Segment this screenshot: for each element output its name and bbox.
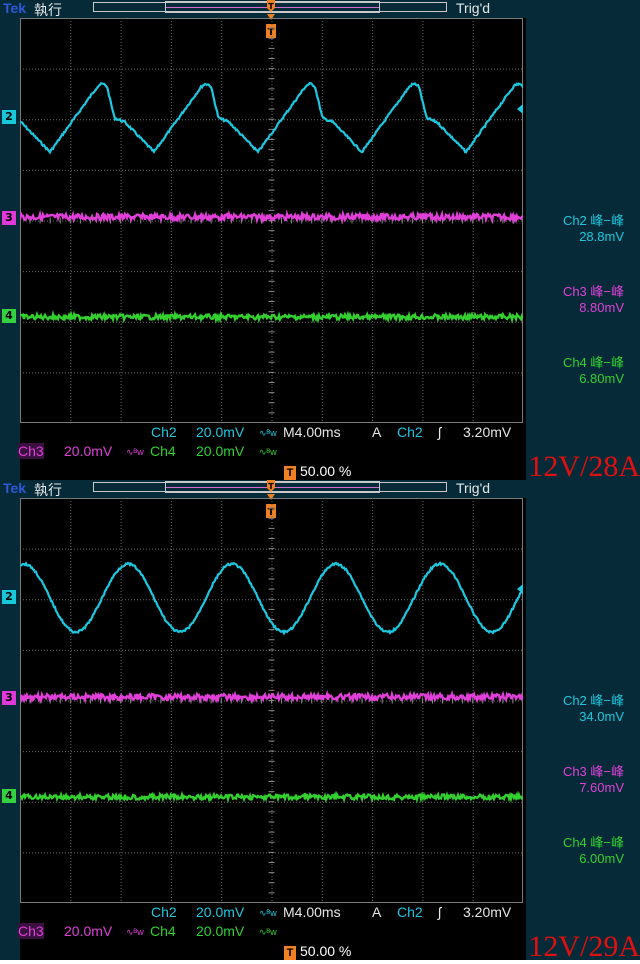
ch3-scale[interactable]: 20.0mV bbox=[64, 923, 112, 939]
ch2-label[interactable]: Ch2 bbox=[151, 904, 177, 920]
ch2-label[interactable]: Ch2 bbox=[151, 424, 177, 440]
measurement-ch4-value: 6.00mV bbox=[579, 851, 624, 866]
brand-logo: Tek bbox=[3, 480, 27, 496]
measurement-ch3-label: Ch3 峰−峰 bbox=[562, 284, 624, 299]
measurement-ch4: Ch4 峰−峰 6.00mV bbox=[530, 835, 624, 867]
ch4-bw-icon: ∿ᴮw bbox=[259, 927, 277, 937]
left-margin bbox=[0, 0, 20, 480]
trigger-source-a: A bbox=[372, 904, 382, 920]
ch2-scale[interactable]: 20.0mV bbox=[196, 424, 244, 440]
ch3-trace bbox=[20, 689, 523, 705]
ch3-label[interactable]: Ch3 bbox=[18, 923, 44, 939]
status-row-1: Ch2 20.0mV ∿ᴮw M4.00ms A Ch2 ʃ 3.20mV bbox=[20, 424, 526, 442]
measurement-ch2: Ch2 峰−峰 28.8mV bbox=[530, 213, 624, 245]
ch4-bw-icon: ∿ᴮw bbox=[259, 447, 277, 457]
ch3-ground-marker[interactable]: 3 bbox=[2, 211, 16, 225]
ch2-ground-marker[interactable]: 2 bbox=[2, 110, 16, 124]
ch3-label[interactable]: Ch3 bbox=[18, 443, 44, 459]
measurement-ch2-value: 34.0mV bbox=[579, 709, 624, 724]
ch4-label[interactable]: Ch4 bbox=[150, 923, 176, 939]
measurement-ch4-label: Ch4 峰−峰 bbox=[562, 355, 624, 370]
trigger-position[interactable]: T 50.00 % bbox=[284, 943, 351, 960]
ch4-ground-marker[interactable]: 4 bbox=[2, 309, 16, 323]
measurement-ch3-label: Ch3 峰−峰 bbox=[562, 764, 624, 779]
trigger-position-value: 50.00 % bbox=[300, 463, 352, 479]
measurement-ch2: Ch2 峰−峰 34.0mV bbox=[530, 693, 624, 725]
ch4-scale[interactable]: 20.0mV bbox=[196, 443, 244, 459]
graticule bbox=[20, 18, 523, 423]
ch2-ground-marker[interactable]: 2 bbox=[2, 590, 16, 604]
ch2-scale[interactable]: 20.0mV bbox=[196, 904, 244, 920]
status-row-1: Ch2 20.0mV ∿ᴮw M4.00ms A Ch2 ʃ 3.20mV bbox=[20, 904, 526, 922]
trigger-level[interactable]: 3.20mV bbox=[463, 904, 511, 920]
measurement-ch2-label: Ch2 峰−峰 bbox=[562, 213, 624, 228]
graticule bbox=[20, 498, 523, 903]
rising-edge-icon: ʃ bbox=[438, 424, 442, 440]
measurement-ch4-value: 6.80mV bbox=[579, 371, 624, 386]
scope-panel-1: Tek 執行 Trig'd T T 2 3 4 Ch2 峰−峰 28.8mV C… bbox=[0, 0, 640, 480]
trigger-position-marker-icon: T bbox=[284, 466, 296, 480]
measurement-ch4: Ch4 峰−峰 6.80mV bbox=[530, 355, 624, 387]
ch3-ground-marker[interactable]: 3 bbox=[2, 691, 16, 705]
run-state: 執行 bbox=[34, 3, 62, 19]
trigger-status: Trig'd bbox=[456, 0, 491, 16]
condition-label-2: 12V/29A bbox=[528, 930, 640, 963]
condition-label-1: 12V/28A bbox=[528, 450, 640, 483]
svg-text:T: T bbox=[268, 2, 274, 11]
measurement-ch3: Ch3 峰−峰 7.60mV bbox=[530, 764, 624, 796]
scope-panel-2: Tek 執行 Trig'd T T 2 3 4 Ch2 峰−峰 34.0mV C… bbox=[0, 480, 640, 960]
trigger-channel[interactable]: Ch2 bbox=[397, 424, 423, 440]
measurement-ch3-value: 7.60mV bbox=[579, 780, 624, 795]
trigger-position-marker-icon: T bbox=[284, 946, 296, 960]
ch3-trace bbox=[20, 209, 523, 225]
measurement-ch3: Ch3 峰−峰 8.80mV bbox=[530, 284, 624, 316]
trigger-position-value: 50.00 % bbox=[300, 943, 352, 959]
ch3-scale[interactable]: 20.0mV bbox=[64, 443, 112, 459]
measurement-ch3-value: 8.80mV bbox=[579, 300, 624, 315]
trigger-level-arrow-icon bbox=[517, 104, 523, 114]
trigger-status: Trig'd bbox=[456, 480, 491, 496]
timebase[interactable]: M4.00ms bbox=[283, 424, 341, 440]
rising-edge-icon: ʃ bbox=[438, 904, 442, 920]
ch3-bw-icon: ∿ᴮw bbox=[126, 927, 144, 937]
trigger-source-a: A bbox=[372, 424, 382, 440]
timebase[interactable]: M4.00ms bbox=[283, 904, 341, 920]
svg-text:T: T bbox=[268, 482, 274, 491]
ch3-bw-icon: ∿ᴮw bbox=[126, 447, 144, 457]
run-state: 執行 bbox=[34, 483, 62, 499]
ch4-scale[interactable]: 20.0mV bbox=[196, 923, 244, 939]
measurement-ch2-value: 28.8mV bbox=[579, 229, 624, 244]
trigger-position[interactable]: T 50.00 % bbox=[284, 463, 351, 480]
brand-logo: Tek bbox=[3, 0, 27, 16]
ch4-ground-marker[interactable]: 4 bbox=[2, 789, 16, 803]
ch2-bw-icon: ∿ᴮw bbox=[259, 908, 277, 918]
trigger-level[interactable]: 3.20mV bbox=[463, 424, 511, 440]
left-margin bbox=[0, 480, 20, 960]
measurement-ch2-label: Ch2 峰−峰 bbox=[562, 693, 624, 708]
ch2-bw-icon: ∿ᴮw bbox=[259, 428, 277, 438]
measurement-ch4-label: Ch4 峰−峰 bbox=[562, 835, 624, 850]
ch4-trace bbox=[20, 309, 523, 325]
ch4-label[interactable]: Ch4 bbox=[150, 443, 176, 459]
trigger-channel[interactable]: Ch2 bbox=[397, 904, 423, 920]
